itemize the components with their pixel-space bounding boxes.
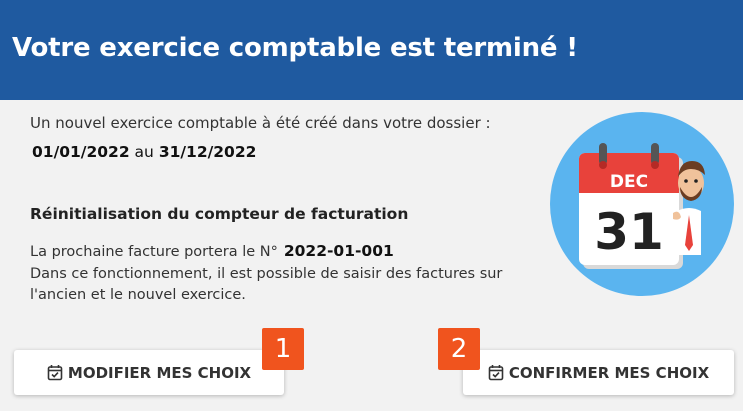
header-bar: Votre exercice comptable est terminé ! (0, 0, 743, 100)
end-date: 31/12/2022 (158, 143, 257, 161)
modify-choices-button[interactable]: MODIFIER MES CHOIX (14, 350, 284, 395)
calendar-check-icon (488, 365, 504, 381)
calendar-check-icon (47, 365, 63, 381)
date-separator: au (134, 143, 154, 161)
calendar-icon: DEC 31 (550, 112, 734, 296)
next-invoice-number: 2022-01-001 (283, 242, 394, 260)
confirm-choices-label: CONFIRMER MES CHOIX (508, 363, 710, 382)
calendar-month: DEC (610, 172, 648, 192)
start-date: 01/01/2022 (32, 143, 130, 161)
calendar-day: 31 (594, 203, 664, 261)
confirm-choices-button[interactable]: CONFIRMER MES CHOIX (463, 350, 734, 395)
next-invoice-label: La prochaine facture portera le N° (30, 244, 278, 260)
modify-choices-label: MODIFIER MES CHOIX (67, 363, 252, 382)
explanation-text: Dans ce fonctionnement, il est possible … (30, 266, 503, 303)
calendar-illustration: DEC 31 (549, 111, 735, 297)
page-title: Votre exercice comptable est terminé ! (12, 33, 578, 63)
section-title: Réinitialisation du compteur de facturat… (30, 205, 409, 223)
intro-text: Un nouvel exercice comptable à été créé … (30, 114, 491, 132)
fiscal-period: 01/01/2022 au 31/12/2022 (32, 143, 256, 161)
step-badge-2: 2 (438, 328, 480, 370)
step-badge-1: 1 (262, 328, 304, 370)
next-invoice-line: La prochaine facture portera le N° 2022-0… (30, 242, 394, 260)
